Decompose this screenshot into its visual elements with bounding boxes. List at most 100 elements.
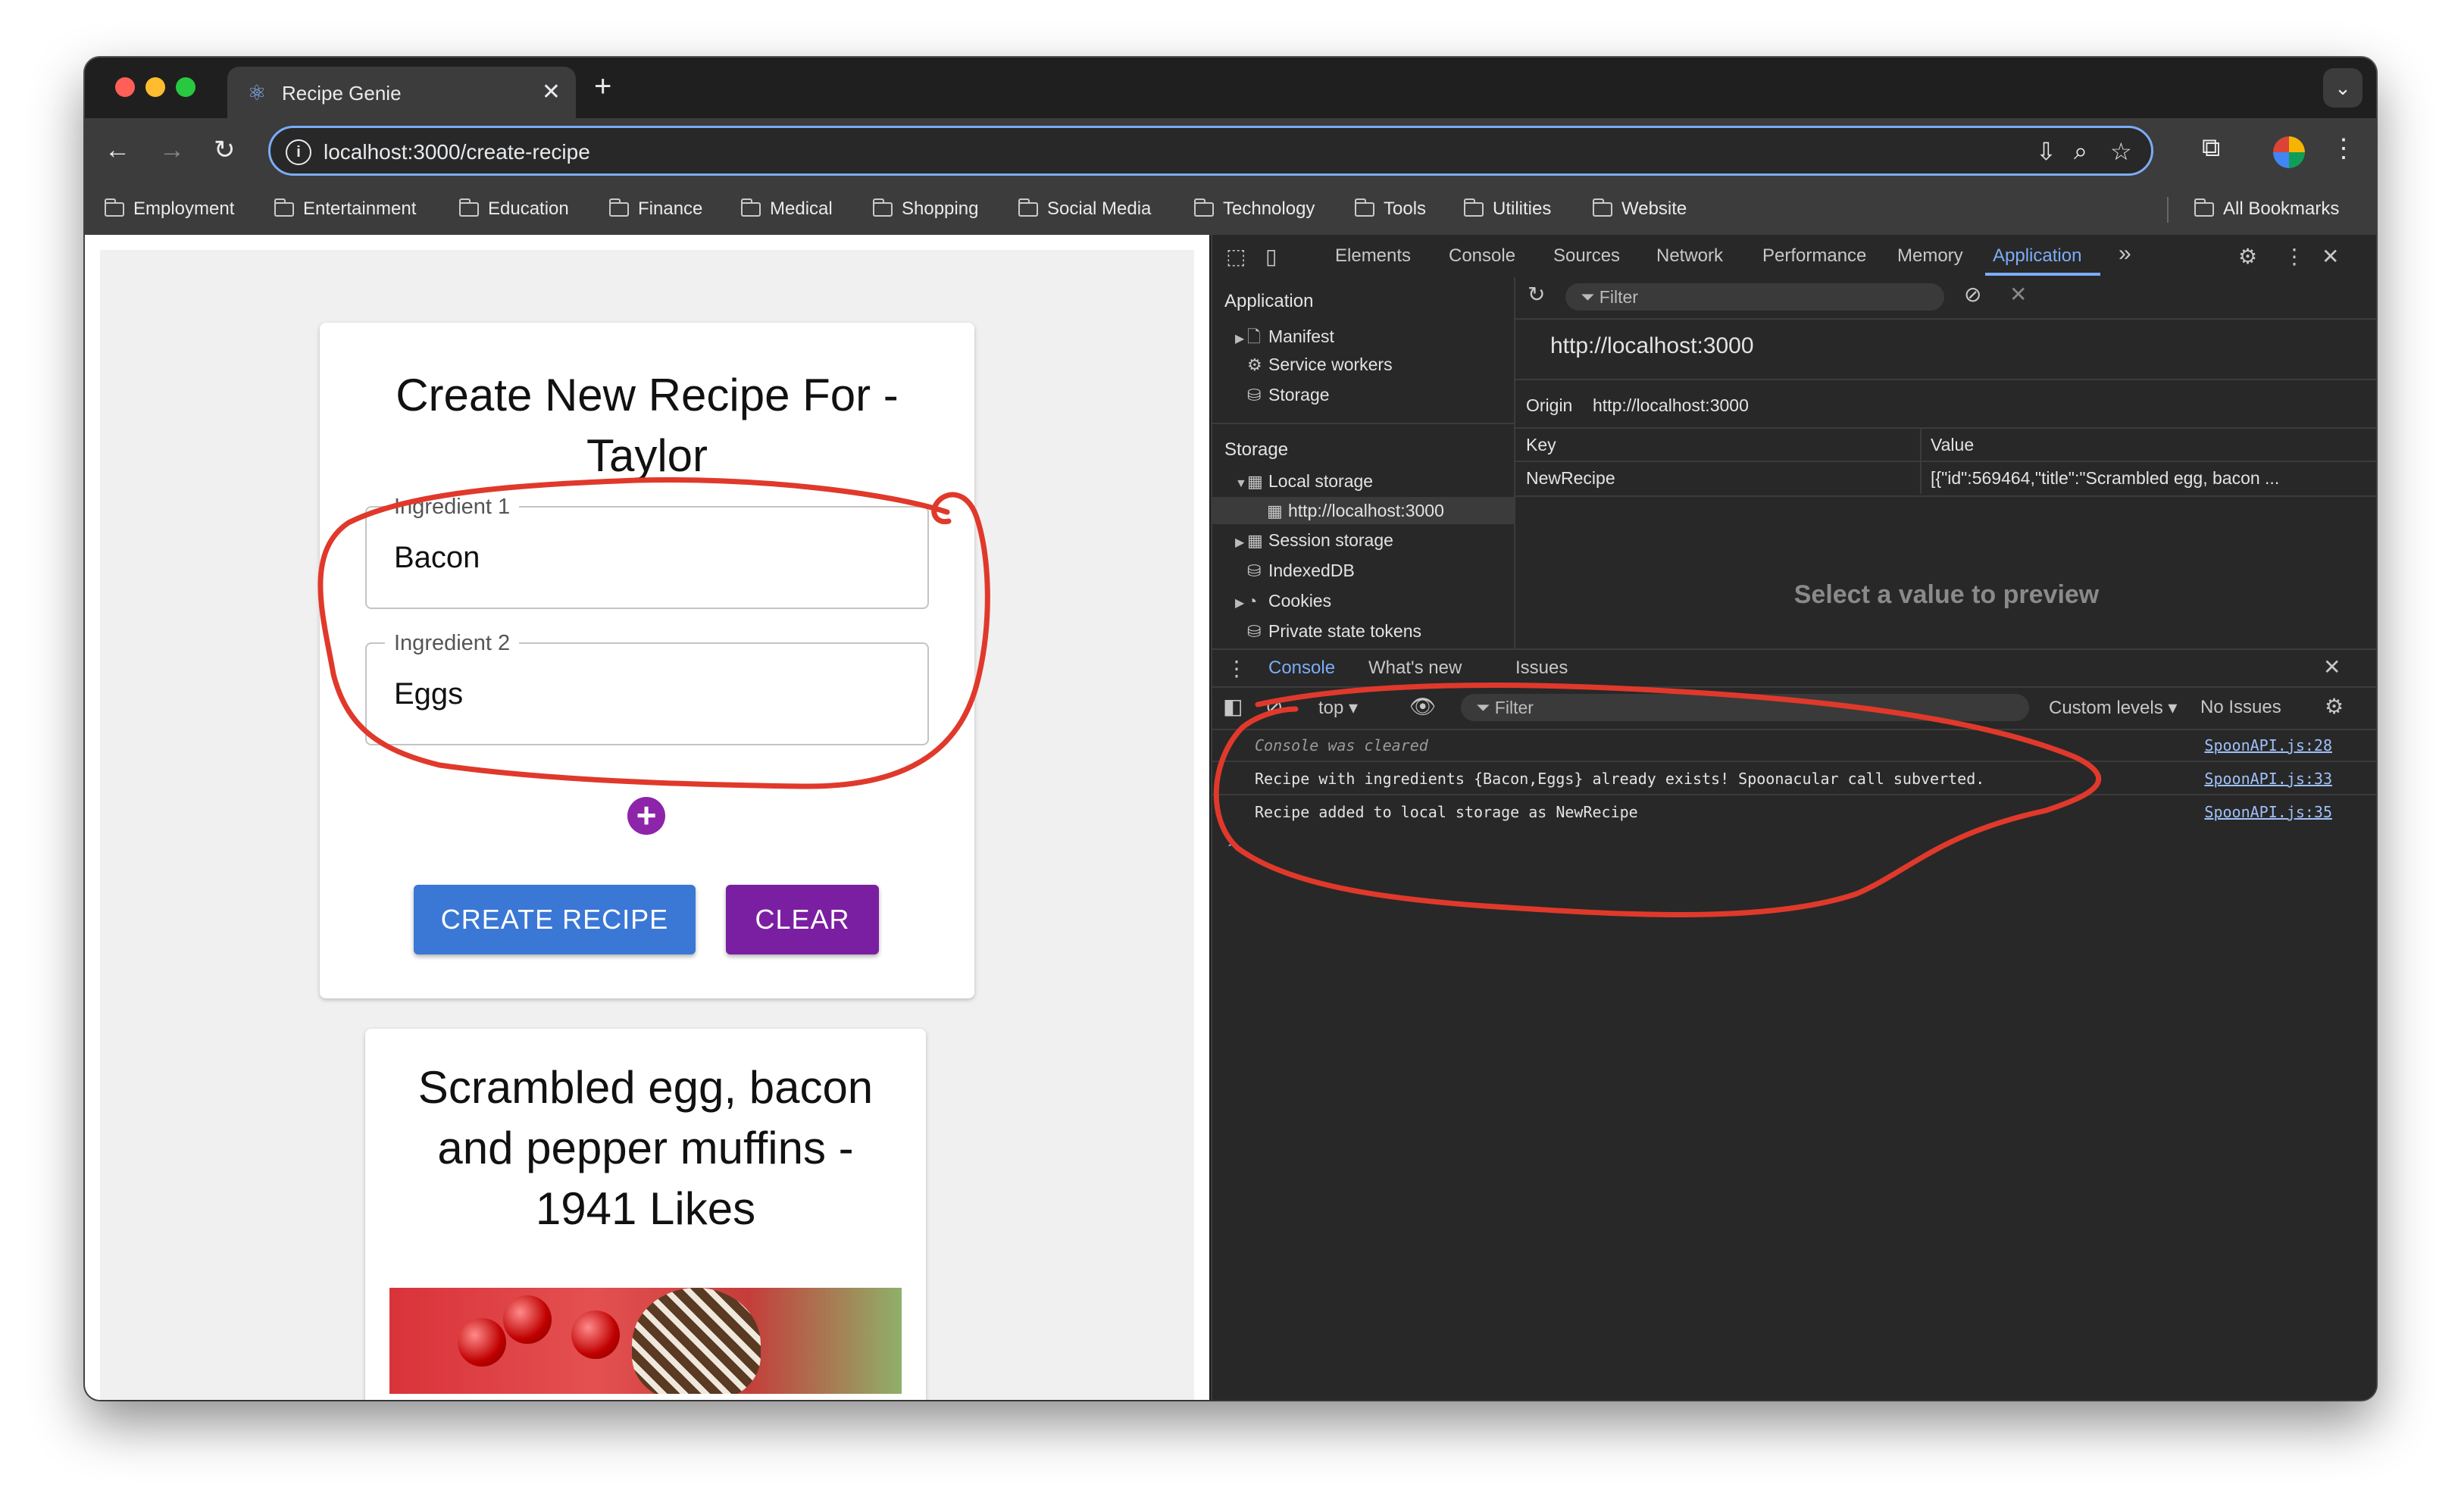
expand-arrow-icon[interactable]: ▶ <box>1235 331 1247 346</box>
tab-performance[interactable]: Performance <box>1762 245 1866 267</box>
table-row-line <box>1515 495 2376 497</box>
all-bookmarks-button[interactable]: All Bookmarks <box>2194 198 2339 220</box>
drawer-menu-icon[interactable]: ⋮ <box>1226 656 1247 681</box>
maximize-window-button[interactable] <box>176 77 195 97</box>
inspect-icon[interactable]: ⬚ <box>1226 244 1246 269</box>
ingredient-2-value[interactable]: Eggs <box>394 677 463 711</box>
collapse-arrow-icon[interactable]: ▼ <box>1235 477 1247 491</box>
clear-button[interactable]: CLEAR <box>726 885 879 954</box>
extensions-icon[interactable]: ⧉ <box>2202 133 2220 163</box>
reload-icon[interactable]: ↻ <box>214 135 236 165</box>
browser-toolbar: ← → ↻ i localhost:3000/create-recipe ⇩ ⌕… <box>85 118 2376 185</box>
tab-network[interactable]: Network <box>1656 245 1723 267</box>
bookmark-entertainment[interactable]: Entertainment <box>274 198 416 220</box>
source-link[interactable]: SpoonAPI.js:28 <box>2204 736 2332 754</box>
tab-console[interactable]: Console <box>1449 245 1515 267</box>
close-window-button[interactable] <box>115 77 135 97</box>
bookmark-medical[interactable]: Medical <box>741 198 833 220</box>
sidebar-item-private-state-tokens[interactable]: ⛁ Private state tokens <box>1247 621 1421 641</box>
folder-icon <box>1194 198 1214 217</box>
block-icon[interactable]: ⊘ <box>1964 282 1981 307</box>
bookmark-education[interactable]: Education <box>459 198 569 220</box>
close-icon[interactable]: ✕ <box>2323 654 2341 679</box>
log-levels-dropdown[interactable]: Custom levels ▾ <box>2049 697 2177 719</box>
recipe-card[interactable]: Scrambled egg, bacon and pepper muffins … <box>365 1029 926 1400</box>
sidebar-item-storage[interactable]: ⛁ Storage <box>1247 385 1330 405</box>
bookmark-website[interactable]: Website <box>1593 198 1687 220</box>
clear-filter-icon[interactable]: ✕ <box>2009 282 2027 307</box>
address-bar[interactable]: i localhost:3000/create-recipe ⇩ ⌕ ☆ <box>268 126 2153 176</box>
drawer-tab-whats-new[interactable]: What's new <box>1368 658 1462 679</box>
kebab-menu-icon[interactable]: ⋮ <box>2284 244 2305 269</box>
eye-icon[interactable]: 👁 <box>1409 694 1437 719</box>
value-column-header[interactable]: Value <box>1931 435 1974 455</box>
info-icon[interactable]: i <box>286 139 311 165</box>
browser-tab[interactable]: ⚛ Recipe Genie ✕ <box>227 67 576 118</box>
sidebar-item-session-storage[interactable]: ▶ ▦ Session storage <box>1235 530 1393 551</box>
close-icon[interactable]: ✕ <box>2322 244 2339 269</box>
bookmark-shopping[interactable]: Shopping <box>873 198 978 220</box>
back-arrow-icon[interactable]: ← <box>105 135 130 165</box>
kebab-menu-icon[interactable]: ⋮ <box>2331 133 2356 164</box>
avatar[interactable] <box>2273 136 2305 168</box>
gear-icon[interactable]: ⚙ <box>2325 694 2344 719</box>
create-recipe-button[interactable]: CREATE RECIPE <box>414 885 696 954</box>
column-divider[interactable] <box>1920 427 1922 494</box>
storage-filter-input[interactable]: ⏷ Filter <box>1565 283 1944 311</box>
key-cell[interactable]: NewRecipe <box>1526 468 1615 489</box>
ingredient-2-field[interactable]: Ingredient 2 Eggs <box>365 630 929 745</box>
devtools-panel: ⬚ ▯ Elements Console Sources Network Per… <box>1211 235 2376 1400</box>
form-title: Create New Recipe For - Taylor <box>396 370 899 481</box>
sidebar-item-service-workers[interactable]: ⚙ Service workers <box>1247 355 1393 375</box>
minimize-window-button[interactable] <box>145 77 165 97</box>
console-prompt[interactable]: › <box>1227 829 1234 853</box>
zoom-icon[interactable]: ⌕ <box>2074 137 2087 166</box>
expand-arrow-icon[interactable]: ▶ <box>1235 595 1247 611</box>
star-icon[interactable]: ☆ <box>2110 137 2132 166</box>
sidebar-item-local-storage[interactable]: ▼▦ Local storage <box>1235 471 1373 492</box>
console-message: Console was cleared SpoonAPI.js:28 <box>1212 729 2376 762</box>
bookmark-technology[interactable]: Technology <box>1194 198 1315 220</box>
bookmark-finance[interactable]: Finance <box>609 198 702 220</box>
sidebar-item-cookies[interactable]: ▶ ◔ Cookies <box>1235 591 1331 611</box>
tab-elements[interactable]: Elements <box>1335 245 1411 267</box>
tab-close-icon[interactable]: ✕ <box>542 79 561 105</box>
add-ingredient-button[interactable]: + <box>627 797 665 835</box>
origin-divider <box>1515 379 2376 380</box>
block-icon[interactable]: ⊘ <box>1265 694 1283 719</box>
bookmark-employment[interactable]: Employment <box>105 198 234 220</box>
tab-application[interactable]: Application <box>1993 245 2081 267</box>
key-column-header[interactable]: Key <box>1526 435 1556 455</box>
more-tabs-button[interactable]: » <box>2119 241 2131 267</box>
device-icon[interactable]: ▯ <box>1265 244 1277 269</box>
gear-icon[interactable]: ⚙ <box>2238 244 2257 269</box>
bookmark-utilities[interactable]: Utilities <box>1464 198 1551 220</box>
bookmark-tools[interactable]: Tools <box>1355 198 1426 220</box>
source-link[interactable]: SpoonAPI.js:35 <box>2204 803 2332 821</box>
sidebar-item-indexeddb[interactable]: ⛁ IndexedDB <box>1247 561 1355 581</box>
expand-arrow-icon[interactable]: ▶ <box>1235 535 1247 550</box>
new-tab-button[interactable]: + <box>594 70 611 104</box>
install-icon[interactable]: ⇩ <box>2036 137 2056 166</box>
folder-icon <box>1464 198 1484 217</box>
sidebar-toggle-icon[interactable]: ◧ <box>1223 694 1243 719</box>
tab-memory[interactable]: Memory <box>1897 245 1963 267</box>
drawer-tab-console[interactable]: Console <box>1268 658 1335 679</box>
toolbar-divider <box>1515 318 2376 320</box>
url-text[interactable]: localhost:3000/create-recipe <box>324 140 590 164</box>
tab-search-button[interactable]: ⌄ <box>2323 68 2362 108</box>
sidebar-item-manifest[interactable]: ▶ 🗋 Manifest <box>1235 324 1334 353</box>
forward-arrow-icon[interactable]: → <box>159 135 185 165</box>
value-cell[interactable]: [{"id":569464,"title":"Scrambled egg, ba… <box>1931 468 2279 489</box>
context-selector[interactable]: top ▾ <box>1318 697 1358 719</box>
tab-sources[interactable]: Sources <box>1553 245 1620 267</box>
ingredient-1-value[interactable]: Bacon <box>394 541 480 575</box>
issues-count[interactable]: No Issues <box>2200 697 2281 718</box>
ingredient-1-field[interactable]: Ingredient 1 Bacon <box>365 494 929 609</box>
sidebar-item-localhost[interactable]: ▦ http://localhost:3000 <box>1212 497 1514 524</box>
bookmark-social-media[interactable]: Social Media <box>1018 198 1151 220</box>
console-filter-input[interactable]: ⏷ Filter <box>1461 694 2029 721</box>
refresh-icon[interactable]: ↻ <box>1528 282 1545 307</box>
drawer-tab-issues[interactable]: Issues <box>1515 658 1568 679</box>
source-link[interactable]: SpoonAPI.js:33 <box>2204 770 2332 788</box>
